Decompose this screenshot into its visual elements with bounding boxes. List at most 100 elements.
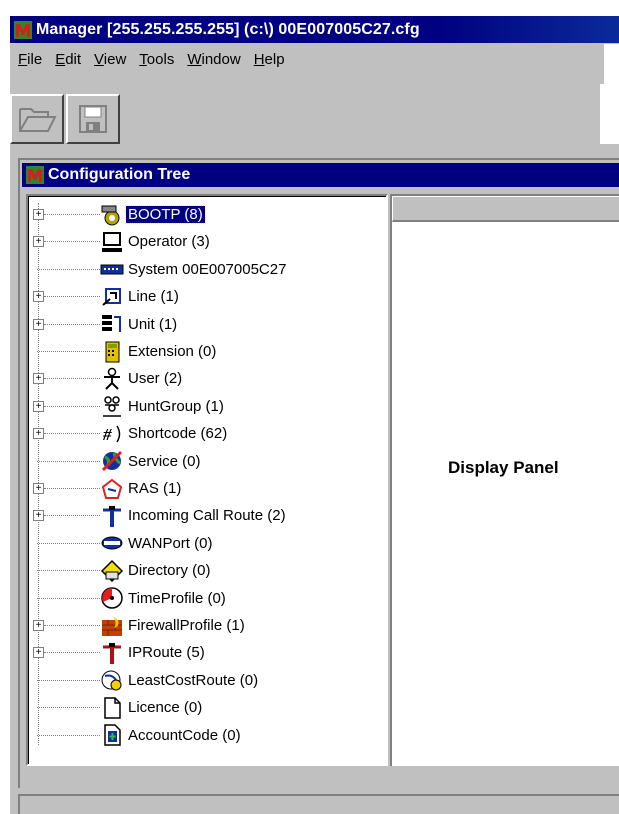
tree-connector	[44, 378, 100, 380]
tree-item-iproute[interactable]: + IPRoute (5)	[29, 639, 369, 666]
expand-toggle[interactable]: +	[33, 373, 44, 385]
screen-edge	[604, 44, 619, 84]
menu-view[interactable]: View	[94, 51, 126, 68]
tree-item-label: System 00E007005C27	[128, 260, 287, 278]
tree-item-service[interactable]: Service (0)	[29, 448, 369, 475]
tree-item-label: Shortcode (62)	[128, 425, 228, 443]
directory-icon	[100, 559, 124, 582]
tree-item-shortcode[interactable]: + # Shortcode (62)	[29, 420, 369, 447]
licence-icon	[104, 696, 121, 719]
expand-toggle[interactable]: +	[33, 483, 44, 494]
expand-toggle[interactable]: +	[33, 620, 44, 631]
tree-item-label: Directory (0)	[128, 562, 211, 580]
tree-item-timeprofile[interactable]: TimeProfile (0)	[29, 585, 369, 612]
tree-connector	[44, 214, 100, 215]
tree-connector	[44, 652, 100, 654]
tree-connector	[37, 734, 100, 736]
status-field	[18, 794, 619, 814]
configuration-tree-title: Configuration Tree	[48, 166, 191, 183]
expand-toggle[interactable]: +	[33, 647, 44, 659]
tree-item-label: Service (0)	[128, 452, 201, 470]
menu-help[interactable]: Help	[254, 51, 285, 68]
bootp-icon	[101, 205, 120, 225]
tree-connector	[37, 597, 100, 599]
menu-tools[interactable]: Tools	[139, 51, 174, 68]
tree-item-leastcostroute[interactable]: LeastCostRoute (0)	[29, 667, 369, 694]
tree-connector	[37, 542, 100, 544]
manager-app-icon	[26, 166, 44, 184]
user-icon	[104, 367, 120, 390]
line-icon	[102, 287, 121, 306]
expand-toggle[interactable]: +	[33, 318, 44, 330]
tree-connector	[44, 515, 100, 517]
manager-window: Manager [255.255.255.255] (c:\) 00E00700…	[10, 16, 619, 814]
tree-item-extension[interactable]: Extension (0)	[29, 338, 369, 365]
tree-item-line[interactable]: + Line (1)	[29, 283, 369, 310]
tree-item-system[interactable]: System 00E007005C27	[29, 256, 369, 283]
tree-connector	[37, 460, 100, 462]
menu-edit[interactable]: Edit	[55, 51, 81, 68]
tree-item-label: FirewallProfile (1)	[128, 617, 245, 634]
tree-item-label: BOOTP (8)	[125, 205, 206, 224]
menu-file[interactable]: File	[18, 51, 42, 68]
tree-item-bootp[interactable]: + BOOTP (8)	[29, 201, 369, 228]
title-bar[interactable]: Manager [255.255.255.255] (c:\) 00E00700…	[10, 16, 619, 43]
tree-item-directory[interactable]: Directory (0)	[29, 557, 369, 584]
tree-item-licence[interactable]: Licence (0)	[29, 694, 369, 721]
svg-text:#: #	[102, 425, 112, 444]
expand-toggle[interactable]: +	[33, 510, 44, 522]
timeprofile-icon	[101, 587, 123, 609]
tree-item-label: HuntGroup (1)	[128, 397, 224, 415]
system-icon	[100, 264, 124, 275]
operator-icon	[102, 231, 122, 252]
display-panel: Display Panel	[390, 194, 619, 766]
incoming-call-route-icon	[103, 505, 121, 527]
menu-bar: File Edit View Tools Window Help	[10, 46, 619, 72]
extension-icon	[105, 341, 120, 362]
configuration-tree-titlebar[interactable]: Configuration Tree	[22, 163, 619, 187]
tree-item-ras[interactable]: + RAS (1)	[29, 475, 369, 502]
tree-item-label: User (2)	[128, 370, 183, 388]
tree-item-user[interactable]: + User (2)	[29, 365, 369, 392]
tree-connector	[44, 625, 100, 626]
menu-window[interactable]: Window	[187, 51, 240, 68]
accountcode-icon	[104, 724, 121, 746]
status-bar	[10, 794, 619, 814]
save-disk-icon	[79, 105, 107, 133]
tree-connector	[37, 570, 100, 572]
tree-item-huntgroup[interactable]: + HuntGroup (1)	[29, 393, 369, 420]
tree-item-label: TimeProfile (0)	[128, 589, 226, 607]
firewall-icon	[102, 615, 122, 636]
tree-item-label: AccountCode (0)	[128, 726, 241, 744]
tree-item-unit[interactable]: + Unit (1)	[29, 311, 369, 338]
tree-item-label: IPRoute (5)	[128, 644, 205, 662]
tree-connector	[37, 707, 100, 709]
tree-item-label: Line (1)	[128, 288, 179, 306]
tree-item-wanport[interactable]: WANPort (0)	[29, 530, 369, 557]
save-button[interactable]	[66, 94, 120, 144]
display-panel-label: Display Panel	[448, 458, 559, 477]
tree-connector	[44, 296, 100, 298]
expand-toggle[interactable]: +	[33, 428, 44, 440]
tree-connector	[37, 351, 100, 352]
tree-connector	[37, 679, 100, 681]
tree-item-label: LeastCostRoute (0)	[128, 671, 259, 689]
tree-item-operator[interactable]: + Operator (3)	[29, 228, 369, 255]
ras-icon	[101, 478, 123, 499]
tree-item-incoming-call-route[interactable]: + Incoming Call Route (2)	[29, 502, 369, 529]
open-button[interactable]	[10, 94, 64, 144]
expand-toggle[interactable]: +	[33, 236, 44, 248]
configuration-tree[interactable]: + BOOTP (8) + Operator (3) System 00E007005C…	[26, 194, 388, 766]
tree-item-firewall[interactable]: + FirewallProfile (1)	[29, 612, 369, 639]
tree-item-accountcode[interactable]: AccountCode (0)	[29, 722, 369, 749]
tree-item-label: Operator (3)	[128, 233, 210, 251]
unit-icon	[102, 315, 121, 333]
expand-toggle[interactable]: +	[33, 291, 44, 303]
leastcostroute-icon	[101, 670, 122, 691]
tree-item-label: Incoming Call Route (2)	[128, 507, 286, 525]
expand-toggle[interactable]: +	[33, 209, 44, 220]
wanport-icon	[101, 536, 123, 550]
configuration-tree-window: Configuration Tree + BOOTP (8) + Operator (…	[18, 158, 619, 788]
expand-toggle[interactable]: +	[33, 400, 44, 412]
tree-item-label: RAS (1)	[128, 480, 182, 497]
